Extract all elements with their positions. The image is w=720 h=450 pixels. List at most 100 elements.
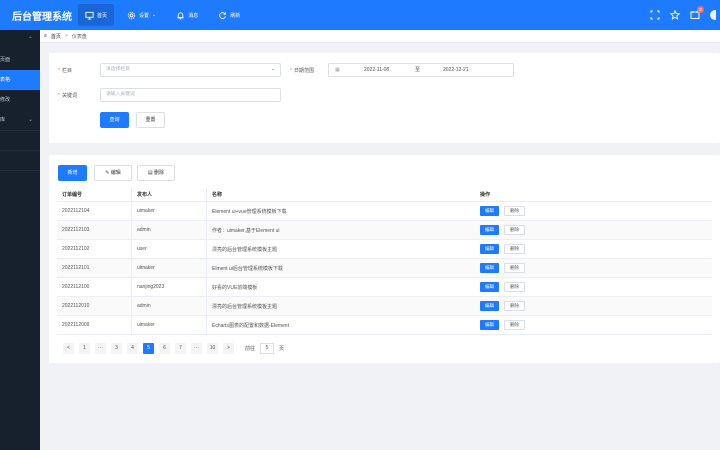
edit-button[interactable]: ✎ 编辑: [94, 165, 132, 181]
sidebar-item-label: 页面: [0, 57, 11, 63]
table-row[interactable]: 2022112102 user 漂亮的后台管理系统模板主题 编辑 删除: [57, 240, 712, 259]
column-header-actions: 操作: [480, 192, 491, 198]
row-actions: 编辑 删除: [475, 202, 712, 220]
date-separator: 至: [415, 67, 421, 73]
pagination: < 1 ··· 3 4 5 6 7 ··· 10 > 前往 5 页: [63, 342, 284, 354]
sidebar-item-edit[interactable]: 修改: [0, 90, 40, 110]
order-id: 2022112100: [57, 278, 132, 296]
table-row[interactable]: 2022112010 admin 漂亮的后台管理系统模板主题 编辑 删除: [57, 297, 712, 316]
breadcrumb-current: 仪表盘: [71, 33, 87, 40]
table-row[interactable]: 2022112103 admin 作者：uimaker,基于Element ui…: [57, 221, 712, 240]
order-author: uimaker: [132, 259, 207, 277]
row-edit-button[interactable]: 编辑: [480, 225, 499, 235]
column-label: * 栏目: [58, 68, 72, 74]
row-actions: 编辑 删除: [475, 221, 712, 239]
date-range-picker[interactable]: ▦ 2022-11-08 至 2022-12-21: [328, 63, 514, 77]
date-range-label: * 日期范围: [290, 68, 314, 74]
page-button[interactable]: 1: [79, 342, 90, 354]
table-row[interactable]: 2022112100 nanjing2023 好看的VUE前端模板 编辑 删除: [57, 278, 712, 297]
prev-page-button[interactable]: <: [63, 342, 74, 354]
page-button[interactable]: 3: [111, 342, 122, 354]
edit-button-label: 编辑: [110, 170, 121, 176]
nav-settings[interactable]: 设置 ⌄: [120, 4, 163, 26]
nav-refresh-label: 刷新: [230, 12, 241, 19]
sidebar-item-library[interactable]: 库 ⌄: [0, 110, 40, 130]
breadcrumb-home[interactable]: 首页: [51, 33, 61, 40]
row-edit-button[interactable]: 编辑: [480, 301, 499, 311]
order-name: Echarts图表的配置和数据-Element: [212, 322, 289, 329]
table-row[interactable]: 2022112104 uimaker Element ui+vue管理系统模板下…: [57, 202, 712, 221]
page-ellipsis[interactable]: ···: [95, 342, 106, 354]
row-edit-button[interactable]: 编辑: [480, 282, 499, 292]
column-select-placeholder: 请选择栏目: [106, 67, 130, 72]
column-select[interactable]: 请选择栏目 ⌄: [100, 63, 281, 77]
row-delete-button[interactable]: 删除: [504, 263, 525, 273]
row-delete-button[interactable]: 删除: [504, 282, 525, 292]
sidebar-item-collapse[interactable]: ⌃: [0, 30, 40, 50]
nav-messages[interactable]: 消息: [169, 4, 205, 26]
table-header-row: 订单编号 发布人 名称 操作: [57, 188, 712, 202]
keyword-placeholder: 请输入关键词: [106, 92, 135, 97]
order-author: nanjing2023: [132, 278, 207, 296]
menu-toggle-icon[interactable]: ≡: [44, 33, 47, 39]
row-delete-button[interactable]: 删除: [504, 320, 525, 330]
pencil-icon: ✎: [105, 170, 110, 176]
table-row[interactable]: 2022112009 uimaker Echarts图表的配置和数据-Eleme…: [57, 316, 712, 335]
sidebar-divider: [0, 150, 40, 170]
sidebar: ⌃ 页面 表格 修改 库 ⌄: [0, 30, 40, 450]
page-button[interactable]: 6: [159, 342, 170, 354]
table-row[interactable]: 2022112101 uimaker Elment ui后台管理系统模板下载 编…: [57, 259, 712, 278]
order-author: admin: [132, 297, 207, 315]
row-delete-button[interactable]: 删除: [504, 206, 525, 216]
order-name: Element ui+vue管理系统模板下载: [212, 208, 287, 215]
column-header-name: 名称: [212, 192, 223, 198]
date-start[interactable]: 2022-11-08: [364, 64, 389, 76]
sidebar-item-label: 库: [0, 117, 6, 123]
breadcrumb-separator: >: [64, 33, 68, 39]
row-delete-button[interactable]: 删除: [504, 225, 525, 235]
star-icon[interactable]: [669, 9, 681, 20]
nav-home[interactable]: 首页: [78, 4, 115, 26]
table-panel: 新增 ✎ 编辑 ▤ 删除 订单编号 发布人 名称 操作 2022112104 u…: [49, 155, 720, 363]
page-button[interactable]: 7: [175, 342, 186, 354]
query-button[interactable]: 查询: [100, 112, 129, 128]
bell-icon: [177, 11, 184, 19]
page-button[interactable]: 10: [207, 342, 218, 354]
row-actions: 编辑 删除: [475, 240, 712, 258]
nav-settings-label: 设置: [139, 12, 150, 19]
page-button[interactable]: 4: [127, 342, 138, 354]
sidebar-item-table[interactable]: 表格: [0, 70, 40, 90]
chevron-down-icon: ⌄: [270, 67, 275, 72]
delete-button[interactable]: ▤ 删除: [137, 165, 175, 181]
next-page-button[interactable]: >: [223, 342, 234, 354]
page-button-active[interactable]: 5: [143, 342, 154, 354]
add-button[interactable]: 新增: [58, 165, 87, 181]
header-actions: 2: [650, 0, 720, 30]
sidebar-item-label: 表格: [0, 77, 11, 83]
order-id: 2022112010: [57, 297, 132, 315]
row-delete-button[interactable]: 删除: [504, 301, 525, 311]
keyword-label: * 关键词: [58, 93, 77, 99]
row-edit-button[interactable]: 编辑: [480, 206, 499, 216]
page-ellipsis[interactable]: ···: [191, 342, 202, 354]
nav-refresh[interactable]: 刷新: [211, 4, 247, 26]
reset-button[interactable]: 重置: [136, 112, 165, 128]
top-nav: 首页 设置 ⌄ 消息 刷新: [78, 0, 253, 30]
order-id: 2022112102: [57, 240, 132, 258]
fullscreen-icon[interactable]: [650, 10, 660, 20]
keyword-input[interactable]: 请输入关键词: [100, 88, 281, 102]
refresh-icon: [219, 11, 227, 19]
avatar[interactable]: [710, 10, 716, 20]
order-id: 2022112104: [57, 202, 132, 220]
row-edit-button[interactable]: 编辑: [480, 244, 499, 254]
row-delete-button[interactable]: 删除: [504, 244, 525, 254]
message-icon[interactable]: 2: [690, 6, 704, 20]
notification-badge: 2: [697, 6, 704, 13]
order-name: 作者：uimaker,基于Element ui: [212, 227, 280, 234]
date-end[interactable]: 2022-12-21: [443, 64, 469, 76]
row-edit-button[interactable]: 编辑: [480, 263, 499, 273]
sidebar-item-page[interactable]: 页面: [0, 50, 40, 70]
goto-page-input[interactable]: 5: [260, 342, 275, 354]
order-author: user: [132, 240, 207, 258]
row-edit-button[interactable]: 编辑: [480, 320, 499, 330]
